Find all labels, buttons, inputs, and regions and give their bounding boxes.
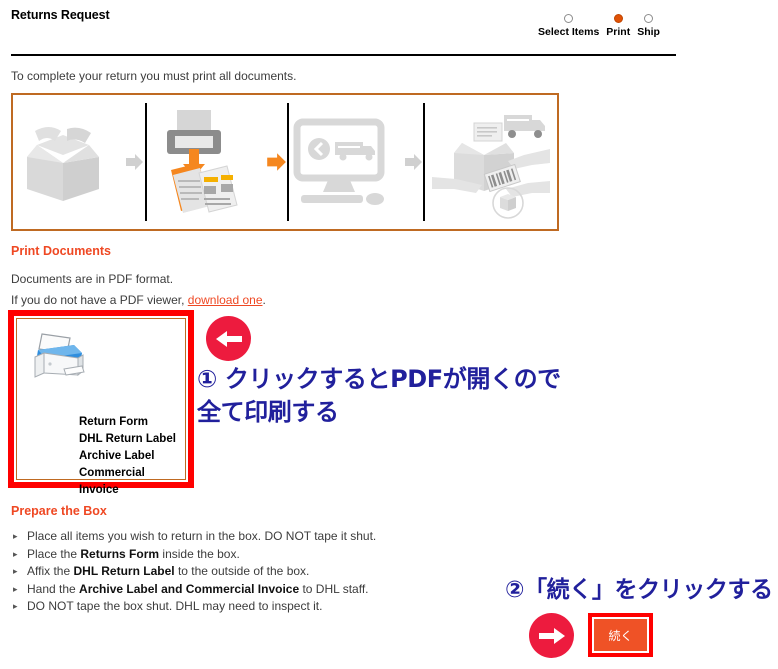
pdf-format-text: Documents are in PDF format.	[11, 272, 174, 286]
list-item-text-tail: to the outside of the box.	[174, 564, 310, 578]
list-item-text: Hand the	[27, 581, 80, 596]
print-document-item: Return Form	[79, 416, 148, 428]
stepper-label: Ship	[637, 26, 660, 38]
list-item-text: Affix the	[27, 564, 74, 578]
annotation-arrow-right-icon	[529, 613, 574, 658]
list-item-text: DO NOT tape the box shut. DHL may need t…	[27, 599, 323, 613]
stepper-step-ship[interactable]: Ship	[637, 14, 660, 38]
pdf-viewer-prefix: If you do not have a PDF viewer,	[11, 293, 188, 307]
print-document-item: DHL Return Label	[79, 433, 176, 445]
print-document-item: Archive Label	[79, 450, 155, 462]
list-item-emphasis: DHL Return Label	[73, 564, 175, 578]
stepper-step-print[interactable]: Print	[606, 14, 630, 38]
list-item: Place all items you wish to return in th…	[11, 528, 376, 545]
list-item-text: Place the	[27, 546, 81, 561]
list-item-emphasis: Returns Form	[80, 546, 160, 561]
strip-cell-box	[13, 95, 145, 229]
stepper-step-select-items[interactable]: Select Items	[538, 14, 599, 38]
printer-icon[interactable]	[30, 331, 86, 386]
print-documents-highlight-box: Return Form DHL Return Label Archive Lab…	[8, 310, 194, 496]
handoff-parcel-icon	[432, 103, 550, 221]
intro-text: To complete your return you must print a…	[11, 69, 297, 83]
step-dot-icon	[644, 14, 654, 23]
list-item: Affix the DHL Return Label to the outsid…	[11, 563, 376, 580]
download-pdf-viewer-link[interactable]: download one	[188, 293, 263, 307]
annotation-step2-text: ②「続く」をクリックする	[505, 577, 773, 603]
step-dot-icon	[564, 14, 574, 23]
prepare-the-box-list: Place all items you wish to return in th…	[11, 528, 376, 616]
arrow-right-orange-icon	[265, 151, 287, 173]
pdf-viewer-suffix: .	[262, 293, 266, 307]
print-document-names: Return Form DHL Return Label Archive Lab…	[79, 414, 185, 499]
open-box-icon	[15, 123, 110, 201]
stepper-label: Print	[606, 26, 631, 38]
list-item-emphasis: Archive Label and Commercial Invoice	[79, 581, 300, 596]
list-item-text: Place all items you wish to return in th…	[27, 529, 377, 543]
prepare-the-box-heading: Prepare the Box	[11, 504, 107, 518]
list-item: Hand the Archive Label and Commercial In…	[11, 581, 376, 598]
continue-button[interactable]: 続く	[594, 619, 647, 651]
print-documents-heading: Print Documents	[11, 244, 112, 258]
step-dot-active-icon	[613, 14, 623, 23]
arrow-right-icon	[403, 152, 423, 172]
arrow-right-icon	[124, 152, 144, 172]
process-icon-strip	[11, 93, 559, 231]
list-item-text-tail: inside the box.	[159, 546, 240, 561]
progress-stepper: Select Items Print Ship	[538, 14, 660, 38]
stepper-label: Select Items	[538, 26, 600, 38]
strip-cell-printer	[147, 95, 287, 229]
monitor-truck-icon	[289, 116, 389, 208]
continue-button-highlight: 続く	[588, 613, 653, 657]
annotation-step1-text: ① クリックするとPDFが開くので 全て印刷する	[197, 365, 561, 426]
page-title: Returns Request	[11, 8, 110, 22]
annotation-arrow-left-icon	[206, 316, 251, 361]
printer-documents-icon	[147, 107, 249, 217]
print-document-item: Commercial Invoice	[79, 467, 145, 496]
list-item-text-tail: to DHL staff.	[299, 581, 369, 596]
list-item: Place the Returns Form inside the box.	[11, 546, 376, 563]
pdf-viewer-text: If you do not have a PDF viewer, downloa…	[11, 293, 266, 307]
strip-cell-handoff	[425, 95, 557, 229]
header-divider	[11, 54, 676, 56]
list-item: DO NOT tape the box shut. DHL may need t…	[11, 598, 376, 615]
print-documents-clickable-panel[interactable]: Return Form DHL Return Label Archive Lab…	[16, 318, 186, 496]
strip-cell-monitor	[289, 95, 423, 229]
